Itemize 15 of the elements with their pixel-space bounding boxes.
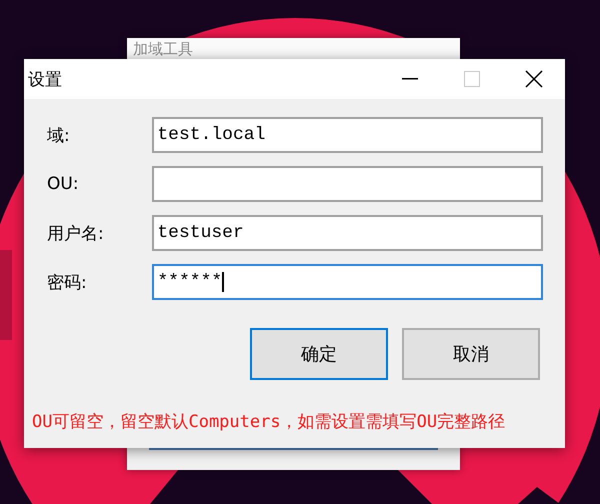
input-field[interactable] [152, 166, 543, 202]
field-label: 密码: [47, 272, 88, 294]
input-field[interactable]: test.local [152, 117, 543, 153]
window-title: 加域工具 [133, 40, 193, 59]
input-field[interactable]: ****** [152, 264, 543, 300]
minimize-icon[interactable] [402, 78, 418, 80]
field-label: 域: [47, 124, 71, 146]
window-title: 设置 [28, 68, 63, 90]
close-icon[interactable] [525, 70, 543, 88]
hint-text: OU可留空，留空默认Computers，如需设置需填写OU完整路径 [32, 411, 506, 433]
field-label: OU: [47, 174, 80, 194]
input-field[interactable]: testuser [152, 215, 543, 251]
ok-button[interactable]: 确定 [250, 328, 388, 380]
cancel-button[interactable]: 取消 [402, 328, 540, 380]
field-label: 用户名: [47, 222, 105, 244]
